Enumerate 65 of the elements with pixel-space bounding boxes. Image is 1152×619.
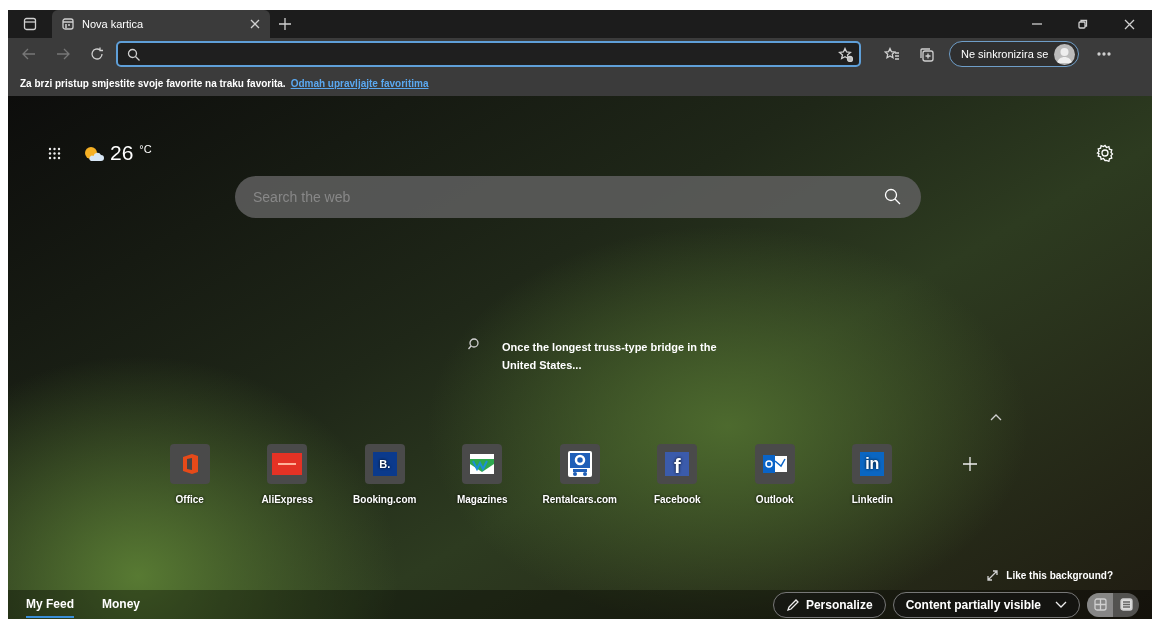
quick-link-label[interactable]: Outlook [755, 494, 794, 505]
quick-link-label[interactable]: Office [175, 494, 204, 505]
quick-link-tile[interactable] [754, 444, 795, 484]
expand-icon[interactable] [987, 570, 999, 581]
quick-link-label[interactable]: Facebook [653, 494, 701, 505]
partly-cloudy-icon [83, 144, 104, 162]
restore-icon[interactable] [1078, 19, 1088, 29]
feed-tab[interactable]: Money [102, 591, 141, 618]
quick-link-tile[interactable] [169, 444, 210, 484]
grid-view-button[interactable] [1087, 592, 1113, 617]
search-icon[interactable] [468, 338, 480, 350]
chevron-up-icon[interactable] [990, 414, 1002, 421]
like-background-link[interactable]: Like this background? [1006, 570, 1113, 581]
refresh-icon[interactable] [90, 47, 104, 61]
temperature: 26 [110, 141, 134, 165]
feed-tab[interactable]: My Feed [26, 591, 74, 618]
quick-link-label[interactable]: Booking.com [353, 494, 417, 505]
search-icon [127, 47, 140, 61]
forward-icon[interactable] [56, 47, 70, 61]
quick-link-label[interactable]: Linkedin [851, 494, 893, 505]
more-icon[interactable] [1097, 52, 1112, 56]
manage-favorites-link[interactable]: Odmah upravljajte favoritima [290, 77, 429, 89]
add-site-icon[interactable] [962, 457, 977, 471]
quick-link-tile[interactable]: f [657, 444, 698, 484]
profile-button[interactable]: Ne sinkronizira se [949, 41, 1080, 67]
content-visibility-dropdown[interactable]: Content partially visible [892, 591, 1080, 618]
list-view-icon [1119, 598, 1133, 611]
facebook-logo: f [665, 452, 690, 476]
avatar-icon [1054, 43, 1076, 65]
search-icon[interactable] [884, 188, 901, 205]
page-icon [62, 18, 74, 30]
personalize-button[interactable]: Personalize [772, 591, 886, 618]
linkedin-logo: in [860, 452, 885, 476]
grid-view-icon [1093, 598, 1107, 611]
favorites-icon[interactable] [884, 47, 900, 61]
quick-link-tile[interactable]: B. [364, 444, 405, 484]
close-icon[interactable] [1123, 18, 1135, 30]
magazines-logo-icon [470, 454, 495, 474]
favorites-bar-hint: Za brzi pristup smjestite svoje favorite na traku favorita. [20, 77, 286, 89]
browser-tab[interactable]: Nova kartica [52, 10, 270, 38]
close-tab-icon[interactable] [250, 19, 260, 29]
settings-icon[interactable] [1096, 144, 1114, 162]
booking-logo: B. [372, 452, 397, 476]
address-bar[interactable] [116, 41, 861, 67]
apps-grid-icon[interactable] [48, 146, 61, 160]
chevron-down-icon [1055, 601, 1067, 608]
back-icon[interactable] [22, 47, 36, 61]
quick-link-label[interactable]: Magazines [456, 494, 508, 505]
quick-link-label[interactable]: Rentalcars.com [542, 494, 617, 505]
quick-link-tile[interactable] [267, 444, 308, 484]
add-favorite-icon[interactable] [838, 46, 853, 62]
quick-link-tile[interactable] [462, 444, 503, 484]
aliexpress-logo-icon [272, 453, 303, 475]
tab-actions-icon[interactable] [23, 17, 37, 31]
image-caption-link[interactable]: Once the longest truss-type bridge in the United States... [502, 338, 742, 374]
new-tab-icon[interactable] [278, 17, 292, 31]
quick-link-tile[interactable] [559, 444, 600, 484]
pencil-icon [785, 597, 800, 612]
quick-link-label[interactable]: AliExpress [261, 494, 314, 505]
temperature-unit: °C [139, 143, 152, 155]
outlook-logo-icon [762, 454, 787, 474]
quick-link-tile[interactable]: in [852, 444, 893, 484]
rentalcars-logo-icon [567, 451, 592, 477]
collections-icon[interactable] [918, 46, 934, 62]
tab-title: Nova kartica [82, 18, 145, 30]
